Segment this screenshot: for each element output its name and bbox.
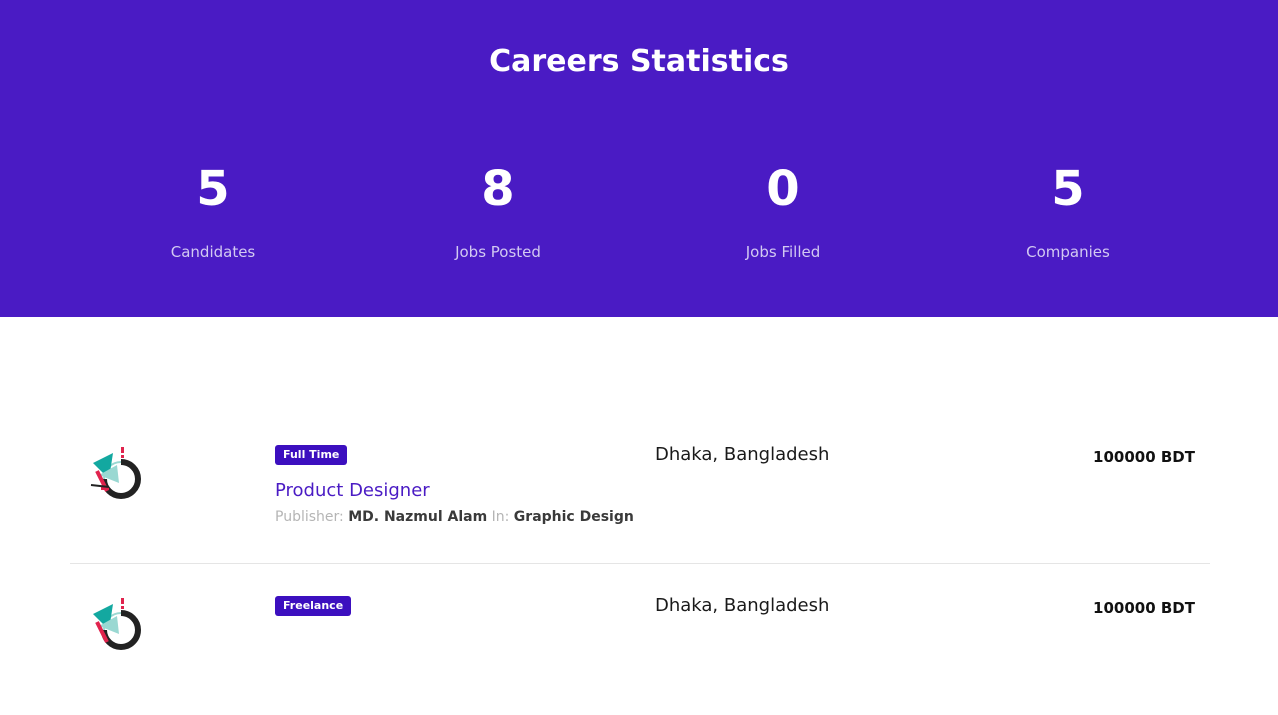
job-list-item: Full Time Product Designer Publisher: MD… [70,413,1210,564]
stat-companies: 5 Companies [948,158,1188,262]
publisher-name: MD. Nazmul Alam [348,509,488,525]
company-logo-icon[interactable] [87,445,147,505]
category-label: In: [491,509,510,525]
job-location: Dhaka, Bangladesh [655,444,830,465]
stat-label: Companies [1026,243,1110,261]
job-salary: 100000 BDT [1093,448,1195,466]
publisher-label: Publisher: [275,509,344,525]
stat-label: Jobs Posted [455,243,541,261]
stat-value: 0 [766,161,800,217]
careers-statistics-section: Careers Statistics 5 Candidates 8 Jobs P… [0,0,1278,317]
stat-value: 8 [481,161,515,217]
stat-value: 5 [196,161,230,217]
stat-label: Candidates [170,243,256,261]
job-location: Dhaka, Bangladesh [655,595,830,616]
stat-label: Jobs Filled [745,243,821,261]
section-title: Careers Statistics [489,44,789,79]
stat-jobs-posted: 8 Jobs Posted [378,158,618,262]
job-meta: Publisher: MD. Nazmul Alam In: Graphic D… [275,508,634,526]
job-type-badge: Full Time [275,445,348,465]
stat-jobs-filled: 0 Jobs Filled [663,158,903,262]
job-list-item: Freelance Dhaka, Bangladesh 100000 BDT [70,564,1210,715]
company-logo-icon[interactable] [87,596,147,656]
job-salary: 100000 BDT [1093,599,1195,617]
job-type-badge: Freelance [275,596,352,616]
job-title-link[interactable]: Product Designer [275,480,430,502]
job-category: Graphic Design [513,509,634,525]
stat-value: 5 [1051,161,1085,217]
stat-candidates: 5 Candidates [93,158,333,262]
